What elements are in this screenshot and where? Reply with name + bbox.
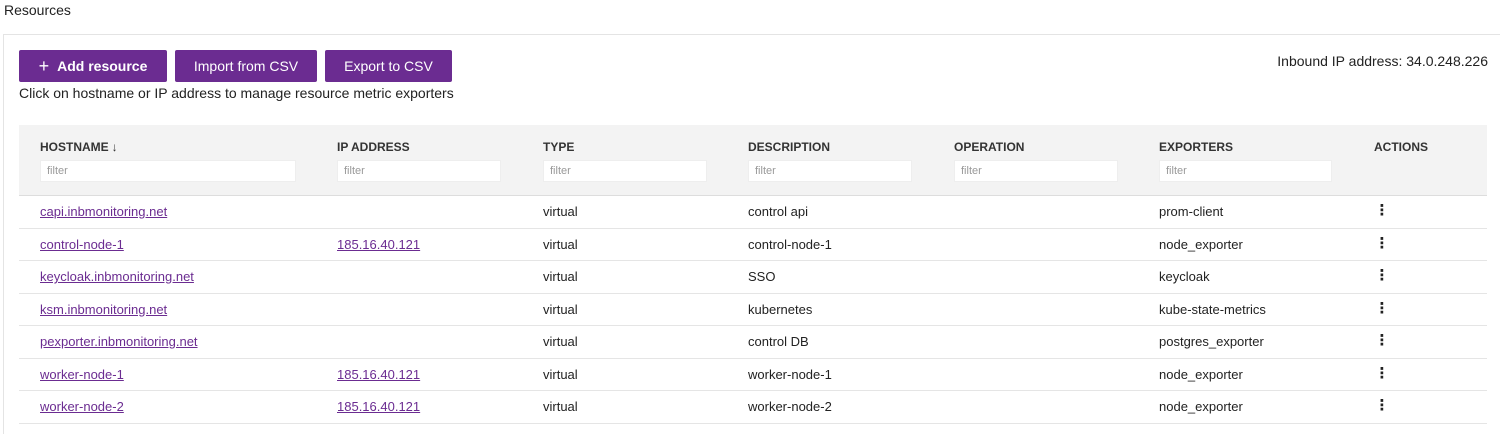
resources-table: HOSTNAME ↓ IP ADDRESS TYPE DESCRIPTION OP… [19, 125, 1487, 424]
table-row: capi.inbmonitoring.net virtual control a… [19, 196, 1487, 229]
table-row: worker-node-2 185.16.40.121 virtual work… [19, 391, 1487, 424]
type-filter-input[interactable] [543, 160, 707, 182]
description-cell: control-node-1 [748, 236, 832, 252]
kebab-icon[interactable]: ⋮ [1374, 333, 1390, 348]
column-header-hostname[interactable]: HOSTNAME ↓ [40, 140, 118, 154]
description-cell: SSO [748, 269, 776, 284]
column-header-type[interactable]: TYPE [543, 140, 574, 154]
add-resource-button[interactable]: + Add resource [19, 50, 167, 82]
table-row: control-node-1 185.16.40.121 virtual con… [19, 229, 1487, 261]
kebab-icon[interactable]: ⋮ [1374, 366, 1390, 381]
hostname-header-label: HOSTNAME [40, 140, 109, 154]
description-cell: worker-node-1 [748, 366, 832, 382]
exporters-cell: node_exporter [1159, 366, 1243, 382]
kebab-icon[interactable]: ⋮ [1374, 398, 1390, 413]
column-header-description[interactable]: DESCRIPTION [748, 140, 830, 154]
column-header-ip[interactable]: IP ADDRESS [337, 140, 410, 154]
hostname-link[interactable]: ksm.inbmonitoring.net [40, 302, 167, 317]
exporters-cell: prom-client [1159, 204, 1224, 219]
exporters-cell: kube-state-metrics [1159, 301, 1266, 317]
add-resource-label: Add resource [57, 58, 148, 74]
import-csv-button[interactable]: Import from CSV [175, 50, 317, 82]
description-cell: kubernetes [748, 301, 813, 317]
description-cell: control DB [748, 334, 809, 349]
hostname-link[interactable]: worker-node-1 [40, 367, 124, 382]
table-row: pexporter.inbmonitoring.net virtual cont… [19, 326, 1487, 359]
inbound-ip: Inbound IP address: 34.0.248.226 [1277, 53, 1488, 69]
kebab-icon[interactable]: ⋮ [1374, 301, 1390, 316]
ip-link[interactable]: 185.16.40.121 [337, 399, 420, 414]
type-cell: virtual [543, 334, 578, 349]
ip-link[interactable]: 185.16.40.121 [337, 237, 420, 252]
hostname-filter-input[interactable] [40, 160, 296, 182]
table-row: worker-node-1 185.16.40.121 virtual work… [19, 359, 1487, 391]
toolbar: + Add resource Import from CSV Export to… [19, 50, 452, 82]
type-cell: virtual [543, 399, 578, 414]
hostname-link[interactable]: capi.inbmonitoring.net [40, 204, 167, 219]
hint-text: Click on hostname or IP address to manag… [19, 85, 454, 101]
exporters-cell: node_exporter [1159, 236, 1243, 252]
exporters-cell: node_exporter [1159, 399, 1243, 414]
column-header-exporters[interactable]: EXPORTERS [1159, 140, 1233, 154]
hostname-link[interactable]: keycloak.inbmonitoring.net [40, 269, 194, 284]
hostname-link[interactable]: pexporter.inbmonitoring.net [40, 334, 198, 349]
kebab-icon[interactable]: ⋮ [1374, 203, 1390, 218]
kebab-icon[interactable]: ⋮ [1374, 236, 1390, 251]
ip-link[interactable]: 185.16.40.121 [337, 367, 420, 382]
resources-panel: + Add resource Import from CSV Export to… [3, 34, 1500, 434]
type-cell: virtual [543, 204, 578, 219]
column-header-actions: ACTIONS [1374, 140, 1428, 154]
type-cell: virtual [543, 269, 578, 284]
table-row: ksm.inbmonitoring.net virtual kubernetes… [19, 294, 1487, 326]
table-row: keycloak.inbmonitoring.net virtual SSO k… [19, 261, 1487, 294]
type-cell: virtual [543, 366, 578, 382]
page-title: Resources [4, 2, 71, 18]
operation-filter-input[interactable] [954, 160, 1118, 182]
description-filter-input[interactable] [748, 160, 912, 182]
hostname-link[interactable]: worker-node-2 [40, 399, 124, 414]
description-cell: worker-node-2 [748, 399, 832, 414]
exporters-filter-input[interactable] [1159, 160, 1332, 182]
type-cell: virtual [543, 301, 578, 317]
export-csv-button[interactable]: Export to CSV [325, 50, 452, 82]
column-header-operation[interactable]: OPERATION [954, 140, 1024, 154]
type-cell: virtual [543, 236, 578, 252]
exporters-cell: postgres_exporter [1159, 334, 1264, 349]
hostname-link[interactable]: control-node-1 [40, 237, 124, 252]
kebab-icon[interactable]: ⋮ [1374, 268, 1390, 283]
table-body: capi.inbmonitoring.net virtual control a… [19, 196, 1487, 424]
exporters-cell: keycloak [1159, 269, 1210, 284]
ip-filter-input[interactable] [337, 160, 501, 182]
table-header: HOSTNAME ↓ IP ADDRESS TYPE DESCRIPTION OP… [19, 125, 1487, 196]
arrow-down-icon: ↓ [111, 140, 118, 154]
description-cell: control api [748, 204, 808, 219]
plus-icon: + [38, 56, 50, 76]
